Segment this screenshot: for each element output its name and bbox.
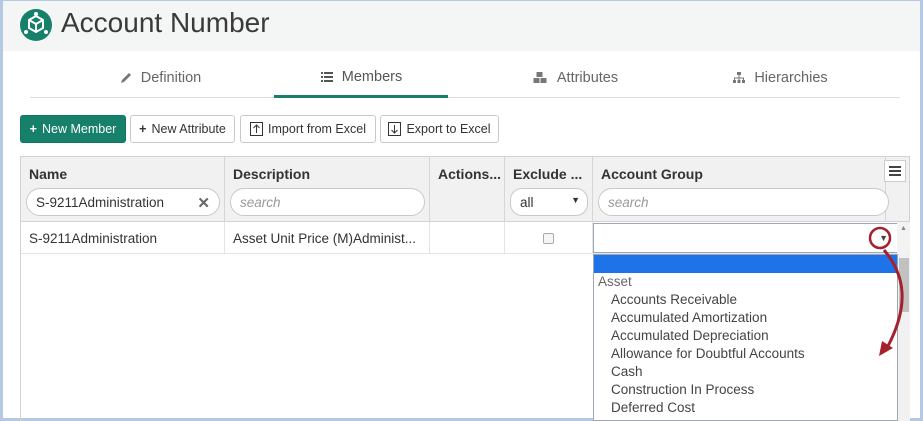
annotation-arrow — [868, 226, 904, 356]
